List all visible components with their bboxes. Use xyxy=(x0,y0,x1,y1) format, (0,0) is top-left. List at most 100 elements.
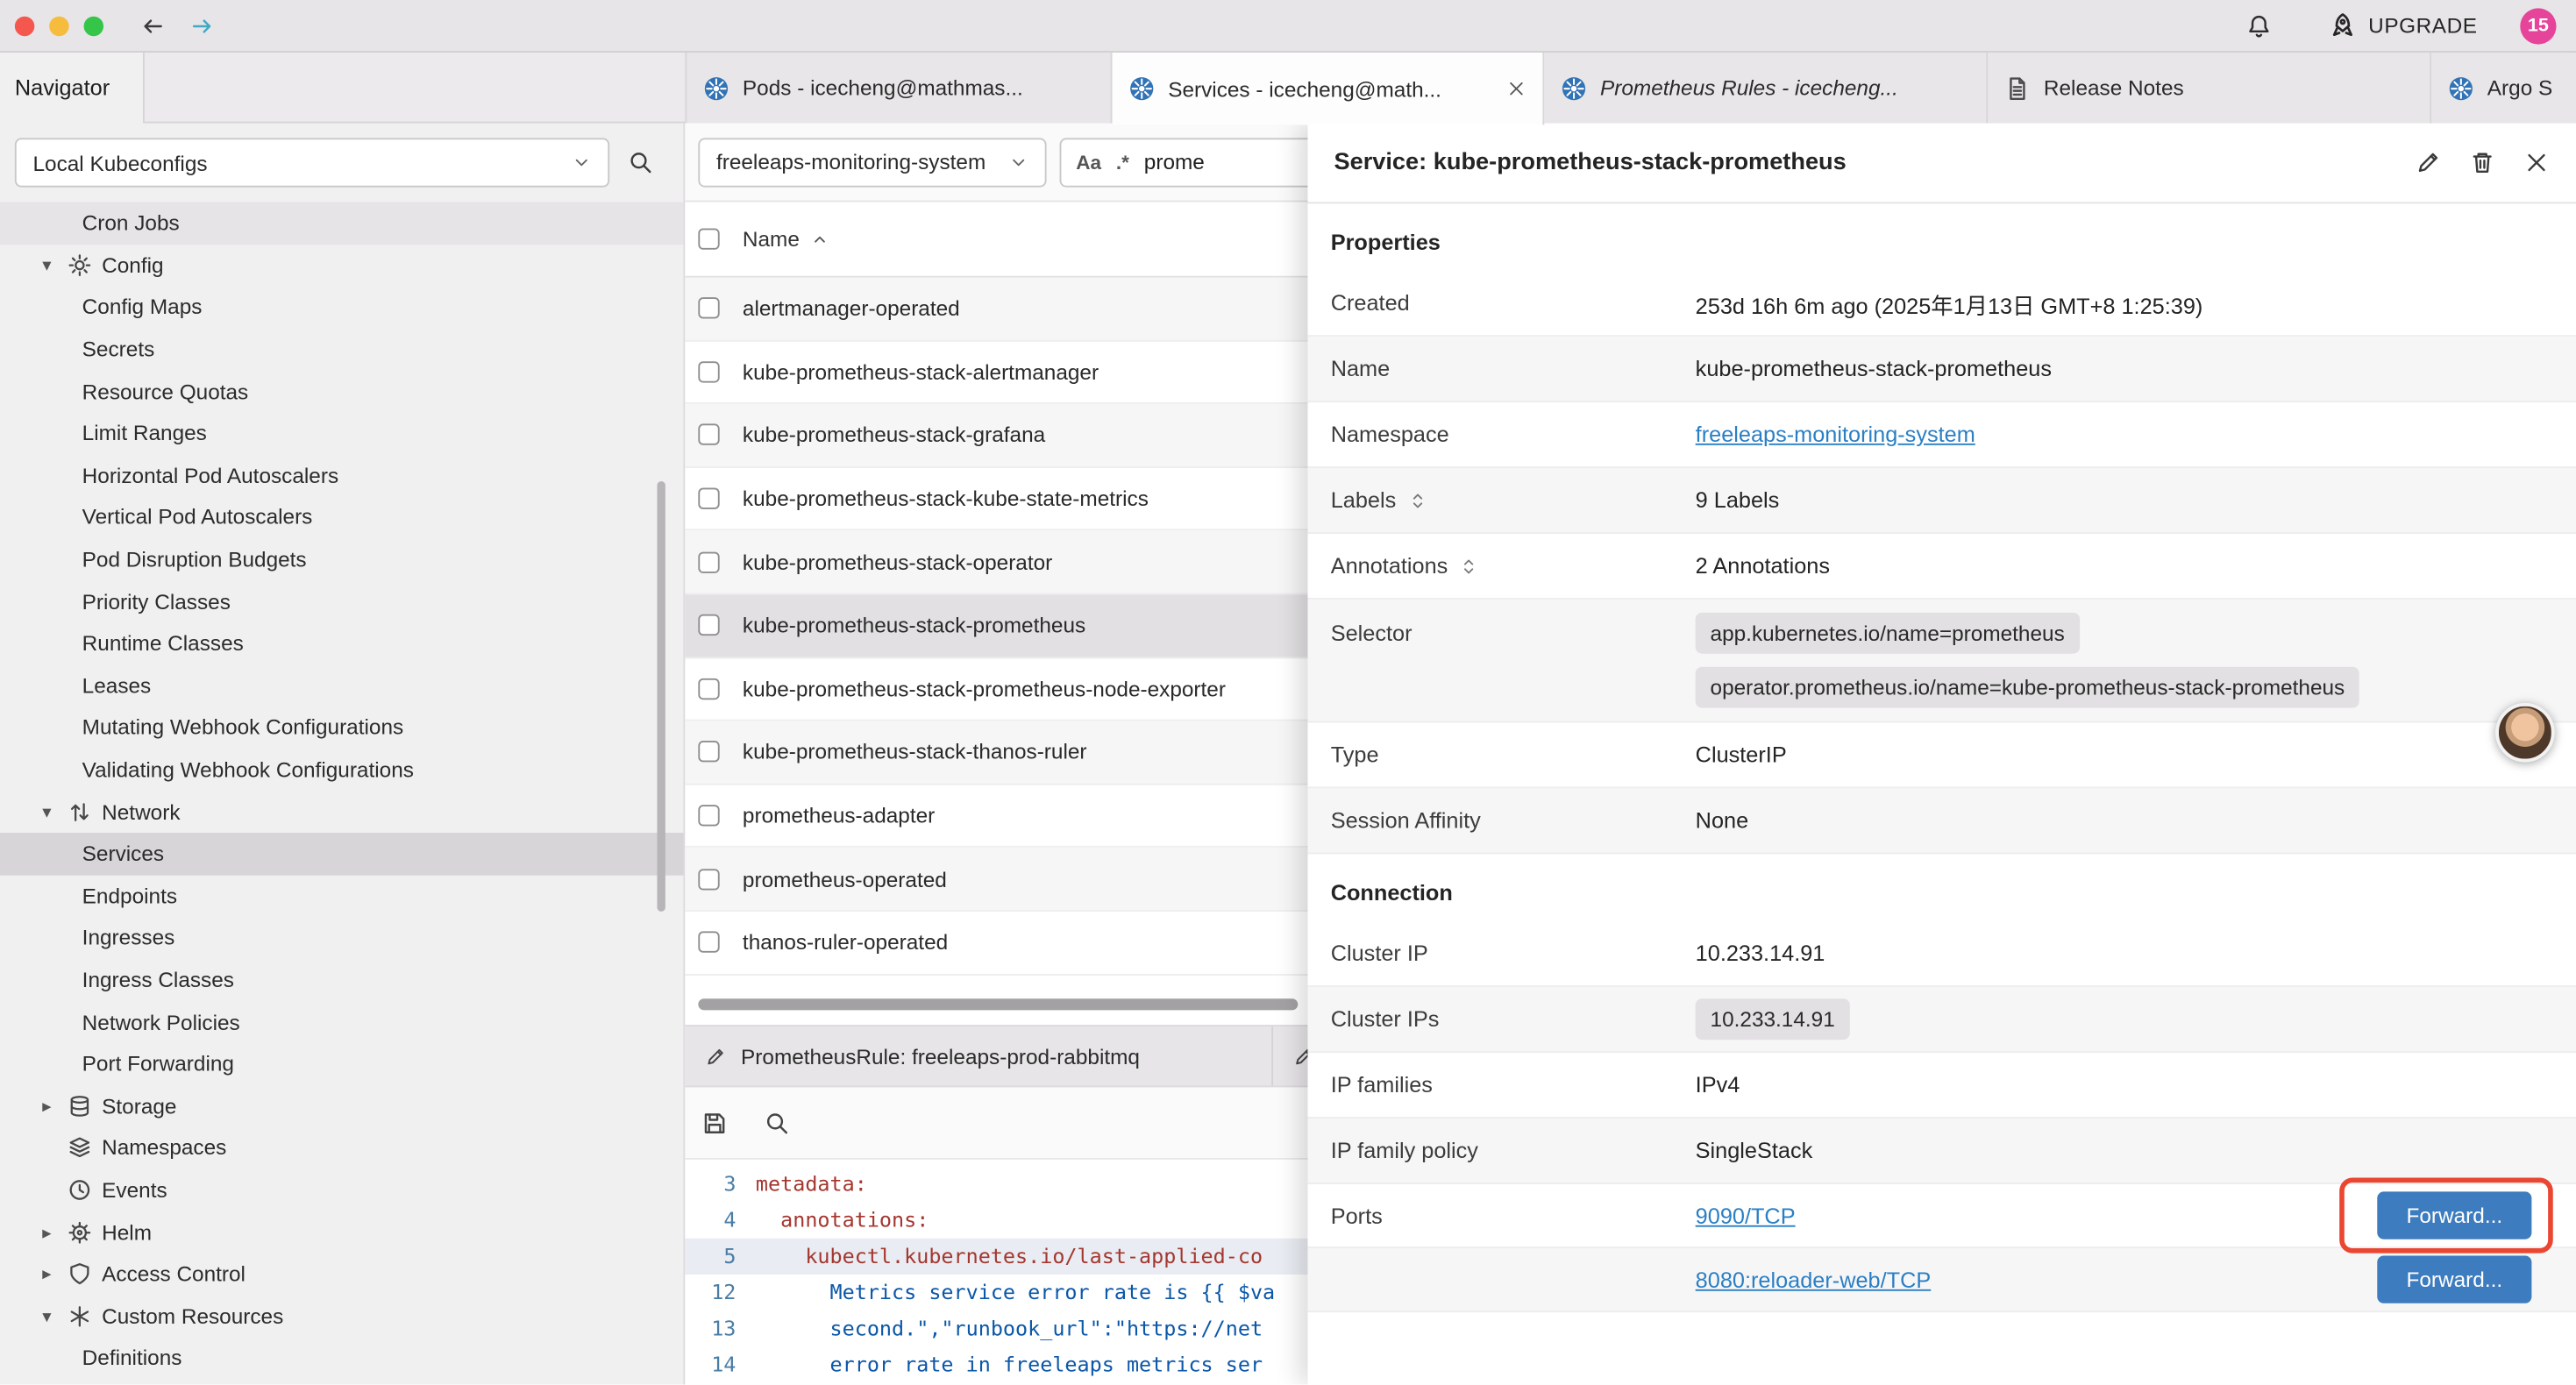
tab-close-icon[interactable] xyxy=(1506,79,1526,98)
row-checkbox[interactable] xyxy=(698,614,719,636)
sidebar-item-horizontal-pod-autoscalers[interactable]: Horizontal Pod Autoscalers xyxy=(0,454,683,496)
sidebar-item-storage[interactable]: ▸Storage xyxy=(0,1085,683,1127)
tab-argo[interactable]: Argo S xyxy=(2431,53,2576,124)
sidebar-item-vertical-pod-autoscalers[interactable]: Vertical Pod Autoscalers xyxy=(0,496,683,538)
sidebar-scrollbar[interactable] xyxy=(657,481,665,912)
search-icon[interactable] xyxy=(628,150,654,176)
port-link[interactable]: 9090/TCP xyxy=(1696,1203,1796,1227)
row-checkbox[interactable] xyxy=(698,805,719,826)
sidebar-item-resource-quotas[interactable]: Resource Quotas xyxy=(0,370,683,412)
row-checkbox[interactable] xyxy=(698,551,719,572)
port-forward-button[interactable]: Forward... xyxy=(2377,1255,2531,1303)
window-maximize-button[interactable] xyxy=(84,16,103,35)
back-icon[interactable] xyxy=(139,12,166,39)
sidebar-item-label: Priority Classes xyxy=(0,589,231,614)
sidebar-item-network-policies[interactable]: Network Policies xyxy=(0,1001,683,1043)
window-minimize-button[interactable] xyxy=(49,16,68,35)
table-row-kube-prometheus-stack-kube-state-metrics[interactable]: kube-prometheus-stack-kube-state-metrics xyxy=(685,468,1307,531)
close-icon[interactable] xyxy=(2523,150,2550,176)
chevron-right-icon[interactable]: ▸ xyxy=(34,1095,59,1116)
sidebar-item-network[interactable]: ▾Network xyxy=(0,791,683,833)
kubeconfig-selector[interactable]: Local Kubeconfigs xyxy=(15,138,609,187)
forward-icon[interactable] xyxy=(189,12,215,39)
sidebar-item-definitions[interactable]: Definitions xyxy=(0,1337,683,1379)
match-case-toggle[interactable]: Aa xyxy=(1076,150,1101,173)
namespace-selector[interactable]: freeleaps-monitoring-system xyxy=(698,137,1046,186)
chevron-down-icon[interactable]: ▾ xyxy=(34,1305,59,1326)
sidebar-item-limit-ranges[interactable]: Limit Ranges xyxy=(0,412,683,454)
sidebar-item-config[interactable]: ▾Config xyxy=(0,244,683,286)
table-row-prometheus-operated[interactable]: prometheus-operated xyxy=(685,848,1307,911)
regex-toggle[interactable]: .* xyxy=(1116,150,1129,173)
delete-icon[interactable] xyxy=(2469,150,2495,176)
name-column-header[interactable]: Name xyxy=(743,227,829,252)
table-row-kube-prometheus-stack-alertmanager[interactable]: kube-prometheus-stack-alertmanager xyxy=(685,341,1307,404)
sidebar-item-endpoints[interactable]: Endpoints xyxy=(0,875,683,917)
sidebar-item-custom-resources[interactable]: ▾Custom Resources xyxy=(0,1295,683,1337)
table-row-kube-prometheus-stack-prometheus-node-exporter[interactable]: kube-prometheus-stack-prometheus-node-ex… xyxy=(685,658,1307,721)
row-checkbox[interactable] xyxy=(698,742,719,763)
tab-pods[interactable]: Pods - icecheng@mathmas... xyxy=(685,53,1112,124)
table-row-kube-prometheus-stack-operator[interactable]: kube-prometheus-stack-operator xyxy=(685,531,1307,594)
port-link[interactable]: 8080:reloader-web/TCP xyxy=(1696,1268,1932,1292)
navigator-header[interactable]: Navigator xyxy=(0,53,145,124)
bell-icon[interactable] xyxy=(2245,12,2272,39)
editor-search-icon[interactable] xyxy=(764,1110,790,1136)
sidebar-item-validating-webhook-configurations[interactable]: Validating Webhook Configurations xyxy=(0,749,683,791)
table-row-kube-prometheus-stack-thanos-ruler[interactable]: kube-prometheus-stack-thanos-ruler xyxy=(685,721,1307,785)
row-checkbox[interactable] xyxy=(698,298,719,319)
horizontal-scrollbar[interactable] xyxy=(698,998,1298,1010)
sidebar-item-mutating-webhook-configurations[interactable]: Mutating Webhook Configurations xyxy=(0,707,683,749)
save-icon[interactable] xyxy=(701,1110,728,1136)
row-checkbox[interactable] xyxy=(698,361,719,382)
sidebar-item-runtime-classes[interactable]: Runtime Classes xyxy=(0,622,683,664)
upgrade-button[interactable]: UPGRADE xyxy=(2327,11,2477,40)
select-all-checkbox[interactable] xyxy=(698,228,719,249)
sidebar-item-secrets[interactable]: Secrets xyxy=(0,328,683,370)
table-row-kube-prometheus-stack-prometheus[interactable]: kube-prometheus-stack-prometheus xyxy=(685,594,1307,657)
row-checkbox[interactable] xyxy=(698,932,719,953)
row-checkbox[interactable] xyxy=(698,678,719,700)
chevron-down-icon[interactable]: ▾ xyxy=(34,801,59,822)
chevron-right-icon[interactable]: ▸ xyxy=(34,1263,59,1284)
kubernetes-icon xyxy=(1561,75,1587,101)
sidebar-item-access-control[interactable]: ▸Access Control xyxy=(0,1253,683,1295)
sidebar-item-leases[interactable]: Leases xyxy=(0,664,683,707)
edit-icon[interactable] xyxy=(2415,150,2441,176)
yaml-editor[interactable]: 3metadata:4 annotations:5 kubectl.kubern… xyxy=(685,1160,1307,1385)
row-checkbox[interactable] xyxy=(698,869,719,890)
chevron-right-icon[interactable]: ▸ xyxy=(34,1221,59,1242)
tab-services[interactable]: Services - icecheng@math... xyxy=(1113,53,1545,124)
sidebar-item-events[interactable]: Events xyxy=(0,1168,683,1211)
expand-toggle-icon[interactable] xyxy=(1407,490,1427,509)
row-checkbox[interactable] xyxy=(698,488,719,509)
sidebar-item-services[interactable]: Services xyxy=(0,833,683,875)
port-forward-button[interactable]: Forward... xyxy=(2377,1191,2531,1239)
dock-tab-prometheusrule[interactable]: PrometheusRule: freeleaps-prod-rabbitmq xyxy=(685,1026,1273,1085)
expand-toggle-icon[interactable] xyxy=(1459,556,1478,575)
sidebar-item-pod-disruption-budgets[interactable]: Pod Disruption Budgets xyxy=(0,538,683,580)
dock-tab-partial[interactable] xyxy=(1273,1026,1307,1085)
tab-prometheus-rules[interactable]: Prometheus Rules - icecheng... xyxy=(1544,53,1988,124)
sidebar-item-port-forwarding[interactable]: Port Forwarding xyxy=(0,1043,683,1085)
sidebar-item-config-maps[interactable]: Config Maps xyxy=(0,286,683,328)
table-row-prometheus-adapter[interactable]: prometheus-adapter xyxy=(685,785,1307,848)
sidebar-item-namespaces[interactable]: Namespaces xyxy=(0,1126,683,1168)
table-row-alertmanager-operated[interactable]: alertmanager-operated xyxy=(685,278,1307,341)
sidebar-item-ingresses[interactable]: Ingresses xyxy=(0,917,683,959)
table-row-thanos-ruler-operated[interactable]: thanos-ruler-operated xyxy=(685,912,1307,975)
namespace-link[interactable]: freeleaps-monitoring-system xyxy=(1696,423,1975,447)
floating-avatar[interactable] xyxy=(2495,703,2554,762)
notification-count-badge[interactable]: 15 xyxy=(2520,7,2556,43)
sidebar-item-helm[interactable]: ▸Helm xyxy=(0,1211,683,1253)
row-checkbox[interactable] xyxy=(698,424,719,445)
service-name: alertmanager-operated xyxy=(743,296,960,321)
sidebar-item-ingress-classes[interactable]: Ingress Classes xyxy=(0,959,683,1001)
sidebar-item-priority-classes[interactable]: Priority Classes xyxy=(0,580,683,622)
table-row-kube-prometheus-stack-grafana[interactable]: kube-prometheus-stack-grafana xyxy=(685,404,1307,467)
search-input[interactable]: Aa .* prome xyxy=(1060,137,1308,186)
tab-release-notes[interactable]: Release Notes xyxy=(1988,53,2431,124)
chevron-down-icon[interactable]: ▾ xyxy=(34,254,59,275)
window-close-button[interactable] xyxy=(15,16,34,35)
sidebar-item-cron-jobs[interactable]: Cron Jobs xyxy=(0,202,683,244)
